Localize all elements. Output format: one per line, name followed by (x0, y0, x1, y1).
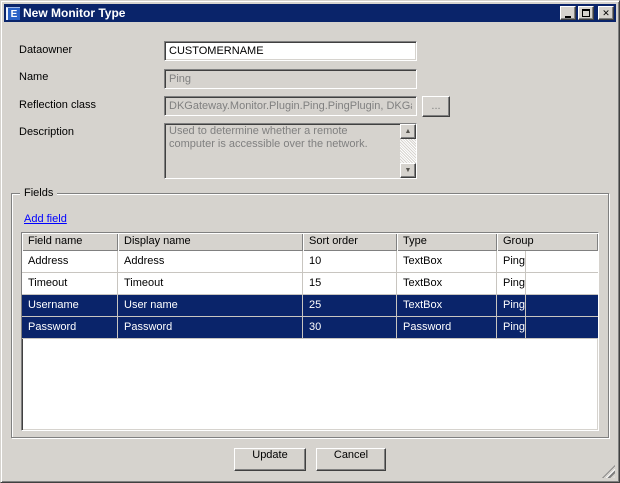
table-cell: 30 (303, 317, 397, 338)
table-row[interactable]: AddressAddress10TextBoxPing (22, 251, 598, 273)
fields-groupbox-title: Fields (20, 187, 57, 199)
column-header-sort-order[interactable]: Sort order (303, 233, 397, 251)
maximize-icon (582, 9, 590, 17)
table-cell: 25 (303, 295, 397, 316)
close-button[interactable] (598, 6, 614, 20)
fields-table: Field name Display name Sort order Type … (21, 232, 599, 431)
table-row[interactable]: UsernameUser name25TextBoxPing (22, 295, 598, 317)
window-title: New Monitor Type (23, 6, 558, 20)
minimize-icon (565, 16, 571, 18)
table-cell: Timeout (118, 273, 303, 294)
table-cell: User name (118, 295, 303, 316)
name-input (164, 69, 417, 89)
reflection-class-label: Reflection class (19, 99, 96, 111)
scroll-up-icon (400, 124, 416, 139)
fields-table-body: AddressAddress10TextBoxPingTimeoutTimeou… (22, 251, 598, 339)
table-cell: Password (22, 317, 118, 338)
table-cell: Ping (497, 295, 526, 316)
description-textarea: Used to determine whether a remote compu… (164, 123, 417, 179)
table-cell: Address (118, 251, 303, 272)
table-cell: Ping (497, 251, 526, 272)
table-cell: TextBox (397, 273, 497, 294)
table-cell: Address (22, 251, 118, 272)
column-header-field-name[interactable]: Field name (22, 233, 118, 251)
table-cell: TextBox (397, 251, 497, 272)
scroll-down-icon (400, 163, 416, 178)
description-label: Description (19, 126, 74, 138)
table-cell: TextBox (397, 295, 497, 316)
title-bar[interactable]: E New Monitor Type (4, 4, 616, 22)
reflection-class-input (164, 96, 417, 116)
dialog-window: E New Monitor Type Dataowner Name Reflec… (0, 0, 620, 483)
column-header-display-name[interactable]: Display name (118, 233, 303, 251)
table-cell: Timeout (22, 273, 118, 294)
table-cell: 15 (303, 273, 397, 294)
table-cell: Password (397, 317, 497, 338)
app-icon: E (6, 7, 20, 20)
table-cell: Ping (497, 317, 526, 338)
dataowner-label: Dataowner (19, 44, 72, 56)
column-header-group[interactable]: Group (497, 233, 598, 251)
table-header-row: Field name Display name Sort order Type … (22, 233, 598, 251)
table-row[interactable]: PasswordPassword30PasswordPing (22, 317, 598, 339)
name-label: Name (19, 71, 48, 83)
browse-button: ... (422, 96, 450, 117)
maximize-button[interactable] (578, 6, 594, 20)
update-button[interactable]: Update (234, 448, 306, 471)
resize-grip-icon[interactable] (602, 465, 615, 478)
description-text: Used to determine whether a remote compu… (165, 124, 400, 178)
column-header-type[interactable]: Type (397, 233, 497, 251)
table-cell: Password (118, 317, 303, 338)
minimize-button[interactable] (560, 6, 576, 20)
add-field-link[interactable]: Add field (24, 213, 67, 225)
table-row[interactable]: TimeoutTimeout15TextBoxPing (22, 273, 598, 295)
table-cell: Ping (497, 273, 526, 294)
description-scrollbar (400, 124, 416, 178)
table-cell: Username (22, 295, 118, 316)
dataowner-input[interactable] (164, 41, 417, 61)
close-icon (602, 7, 610, 19)
cancel-button[interactable]: Cancel (316, 448, 386, 471)
table-cell: 10 (303, 251, 397, 272)
